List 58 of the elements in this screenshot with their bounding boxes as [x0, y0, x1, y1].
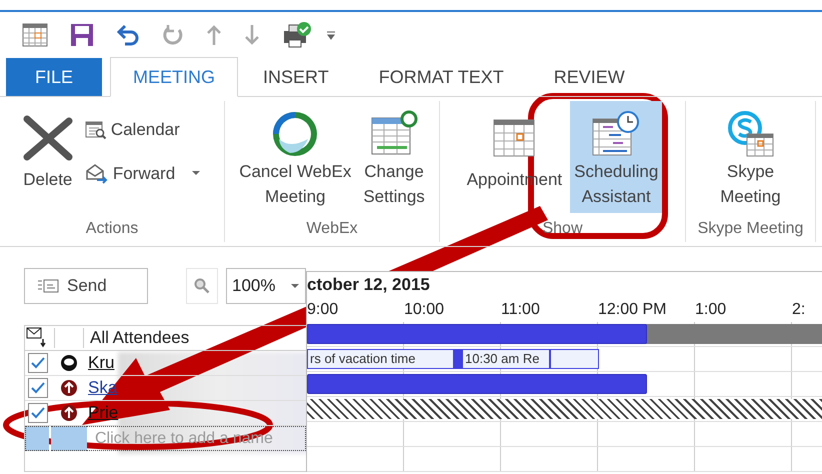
zoom-dropdown[interactable]: 100% [226, 268, 306, 304]
calendar-icon [492, 118, 536, 158]
up-arrow-circle-icon [60, 404, 78, 422]
hour-label: 11:00 [501, 301, 540, 318]
check-icon [31, 357, 45, 369]
forward-button[interactable]: Forward [80, 156, 206, 190]
group-label: WebEx [306, 219, 358, 239]
down-arrow-icon[interactable] [244, 24, 260, 46]
ribbon-tab[interactable]: FORMAT TEXT [354, 58, 529, 96]
x-icon [22, 115, 73, 161]
calendar-icon [84, 120, 107, 140]
zoom-button[interactable] [186, 268, 218, 304]
webex-button[interactable]: Cancel WebEx Meeting [235, 101, 356, 213]
ribbon-tab[interactable]: INSERT [238, 58, 354, 96]
redo-icon[interactable] [162, 24, 184, 46]
check-icon [31, 407, 45, 419]
settings-button[interactable]: Change Settings [359, 101, 429, 213]
scheduling-button[interactable]: Scheduling Assistant [570, 101, 662, 213]
save-icon[interactable] [70, 23, 94, 47]
row-selector [25, 426, 49, 451]
schedule-clock-icon [591, 111, 642, 157]
ribbon-tab[interactable]: REVIEW [528, 58, 650, 96]
hour-label: 1:00 [695, 301, 726, 318]
hour-label: 9:00 [307, 301, 338, 318]
speech-bubble-icon [60, 354, 78, 372]
calendar-icon[interactable] [22, 22, 48, 48]
up-arrow-icon[interactable] [206, 24, 222, 46]
hour-label: 12:00 PM [598, 301, 666, 318]
skype-button[interactable]: Skype Meeting [716, 101, 785, 213]
caret-icon [191, 170, 202, 176]
envelope-arrow-icon [84, 162, 109, 184]
customize-icon[interactable] [326, 30, 336, 40]
row-selector [51, 426, 87, 451]
hour-label: 2: [792, 301, 806, 318]
attendee-checkbox[interactable] [28, 403, 48, 423]
search-icon [194, 278, 210, 294]
hour-label: 10:00 [404, 301, 444, 318]
attendee-checkbox[interactable] [28, 378, 48, 398]
attendee-checkbox[interactable] [28, 353, 48, 373]
group-label: Skype Meeting [698, 219, 804, 239]
attendee-name[interactable]: Kru [88, 350, 114, 376]
group-label: Show [542, 219, 583, 239]
delete-button[interactable]: Delete [18, 101, 77, 213]
column-header: All Attendees [90, 327, 190, 350]
send-icon [37, 279, 59, 293]
undo-icon[interactable] [116, 24, 140, 46]
file-tab[interactable]: FILE [6, 58, 102, 96]
ribbon-tab[interactable]: MEETING [110, 57, 238, 97]
date-label: ctober 12, 2015 [307, 274, 430, 296]
group-label: Actions [86, 219, 138, 239]
up-arrow-circle-icon [60, 379, 78, 397]
caret-icon [290, 283, 300, 289]
printer-check-icon[interactable] [282, 21, 312, 49]
check-icon [31, 382, 45, 394]
response-icon [26, 327, 48, 349]
send-button[interactable]: Send [24, 268, 148, 304]
skype-calendar-icon [725, 110, 776, 158]
calendar-button[interactable]: Calendar [80, 113, 206, 146]
